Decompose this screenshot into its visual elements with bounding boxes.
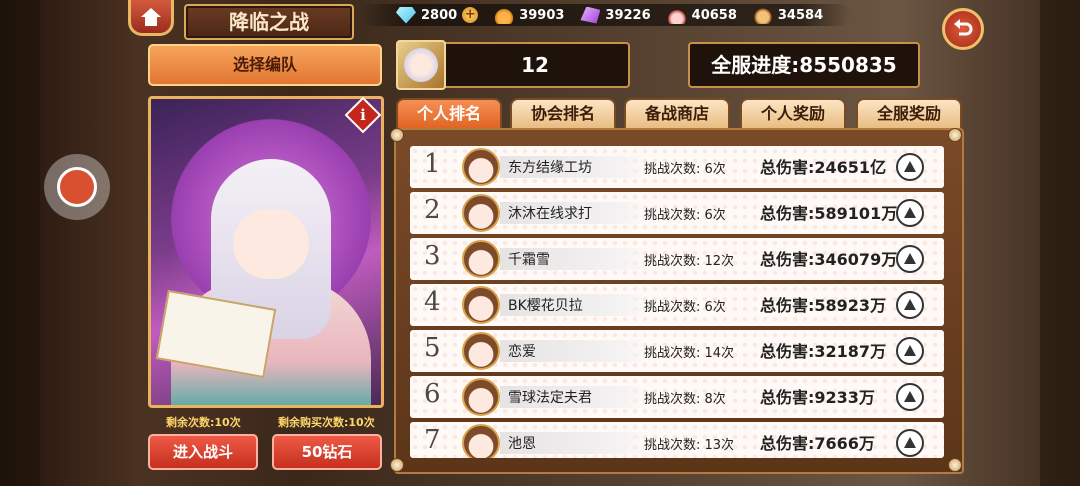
expand-up-icon[interactable] <box>896 383 924 411</box>
total-damage: 总伤害:24651亿 <box>760 158 887 177</box>
total-damage: 总伤害:589101万 <box>760 204 898 223</box>
page-title: 降临之战 <box>184 4 354 40</box>
challenge-count: 挑战次数: 6次 <box>644 300 726 315</box>
rank-number: 5 <box>424 333 441 363</box>
resource-bar: 2800 + 39903 39226 40658 34584 <box>360 4 850 26</box>
rank-number: 6 <box>424 379 441 409</box>
resource-cake: 40658 <box>666 6 737 24</box>
tab-personal-ranking[interactable]: 个人排名 <box>396 98 502 128</box>
remaining-buy-times: 剩余购买次数:10次 <box>278 416 375 429</box>
tab-guild-ranking[interactable]: 协会排名 <box>510 98 616 128</box>
expand-up-icon[interactable] <box>896 429 924 457</box>
challenge-count: 挑战次数: 6次 <box>644 162 726 177</box>
tab-personal-rewards[interactable]: 个人奖励 <box>740 98 846 128</box>
ticket-avatar-icon <box>396 40 446 90</box>
avatar <box>462 378 500 416</box>
plus-icon[interactable]: + <box>462 7 479 23</box>
expand-up-icon[interactable] <box>896 291 924 319</box>
player-name: 雪球法定夫君 <box>508 390 592 406</box>
crystal-icon <box>580 6 601 24</box>
avatar <box>462 424 500 458</box>
player-name: 恋爱 <box>508 344 536 360</box>
resource-value: 39226 <box>605 7 651 23</box>
resource-value: 40658 <box>691 7 737 23</box>
ranking-row: 5 恋爱 挑战次数: 14次 总伤害:32187万 <box>410 330 944 372</box>
potion-icon <box>494 6 515 24</box>
player-name: 池恩 <box>508 436 536 452</box>
total-damage: 总伤害:7666万 <box>760 434 875 453</box>
ranking-row: 3 千霜雪 挑战次数: 12次 总伤害:346079万 <box>410 238 944 280</box>
wall-beam <box>1040 0 1080 486</box>
avatar <box>462 194 500 232</box>
assist-icon <box>57 167 97 207</box>
home-button[interactable] <box>128 0 174 36</box>
expand-up-icon[interactable] <box>896 337 924 365</box>
total-damage: 总伤害:346079万 <box>760 250 898 269</box>
home-icon <box>141 7 161 26</box>
challenge-count: 挑战次数: 14次 <box>644 346 735 361</box>
remaining-times: 剩余次数:10次 <box>166 416 241 429</box>
bun-icon <box>752 6 773 24</box>
ranking-row: 2 沐沐在线求打 挑战次数: 6次 总伤害:589101万 <box>410 192 944 234</box>
avatar <box>462 148 500 186</box>
total-damage: 总伤害:58923万 <box>760 296 887 315</box>
frame-rivet <box>390 458 404 472</box>
info-icon: i <box>360 106 366 124</box>
back-button[interactable] <box>942 8 984 50</box>
challenge-count: 挑战次数: 12次 <box>644 254 735 269</box>
floating-assist-button[interactable] <box>44 154 110 220</box>
server-progress: 全服进度:8550835 <box>688 42 920 88</box>
resource-bun: 34584 <box>752 6 824 24</box>
select-team-button[interactable]: 选择编队 <box>148 44 382 86</box>
player-name: 东方结缘工坊 <box>508 160 592 176</box>
resource-diamond: 2800 + <box>396 6 479 24</box>
avatar <box>462 286 500 324</box>
resource-value: 34584 <box>777 7 824 23</box>
challenge-count: 挑战次数: 13次 <box>644 438 735 453</box>
frame-rivet <box>948 458 962 472</box>
boss-character-portrait <box>148 96 384 408</box>
ranking-tabs: 个人排名 协会排名 备战商店 个人奖励 全服奖励 <box>396 98 962 128</box>
portrait-face <box>233 209 309 279</box>
expand-up-icon[interactable] <box>896 245 924 273</box>
tab-server-rewards[interactable]: 全服奖励 <box>856 98 962 128</box>
total-damage: 总伤害:9233万 <box>760 388 875 407</box>
rank-number: 4 <box>424 287 441 317</box>
resource-potion: 39903 <box>494 6 565 24</box>
challenge-count: 挑战次数: 8次 <box>644 392 726 407</box>
ranking-row: 4 BK樱花贝拉 挑战次数: 6次 总伤害:58923万 <box>410 284 944 326</box>
buy-with-diamond-button[interactable]: 50钻石 <box>272 434 382 470</box>
frame-rivet <box>390 128 404 142</box>
resource-value: 39903 <box>519 7 565 23</box>
total-damage: 总伤害:32187万 <box>760 342 887 361</box>
resource-crystal: 39226 <box>580 6 651 24</box>
player-name: 沐沐在线求打 <box>508 206 592 222</box>
player-name: 千霜雪 <box>508 252 550 268</box>
rank-number: 7 <box>424 425 441 455</box>
challenge-count: 挑战次数: 6次 <box>644 208 726 223</box>
wall-beam <box>0 0 40 486</box>
rank-number: 1 <box>424 149 441 179</box>
rank-number: 2 <box>424 195 441 225</box>
cake-icon <box>666 6 687 24</box>
resource-value: 2800 <box>421 7 458 23</box>
tab-prep-shop[interactable]: 备战商店 <box>624 98 730 128</box>
diamond-icon <box>396 6 416 24</box>
return-arrow-icon <box>954 19 973 36</box>
ranking-row: 1 东方结缘工坊 挑战次数: 6次 总伤害:24651亿 <box>410 146 944 188</box>
ticket-count: 12 <box>521 53 549 77</box>
expand-up-icon[interactable] <box>896 199 924 227</box>
expand-up-icon[interactable] <box>896 153 924 181</box>
enter-battle-button[interactable]: 进入战斗 <box>148 434 258 470</box>
frame-rivet <box>948 128 962 142</box>
rank-number: 3 <box>424 241 441 271</box>
ranking-row: 6 雪球法定夫君 挑战次数: 8次 总伤害:9233万 <box>410 376 944 418</box>
ranking-row: 7 池恩 挑战次数: 13次 总伤害:7666万 <box>410 422 944 458</box>
avatar <box>462 332 500 370</box>
avatar <box>462 240 500 278</box>
player-name: BK樱花贝拉 <box>508 298 583 314</box>
